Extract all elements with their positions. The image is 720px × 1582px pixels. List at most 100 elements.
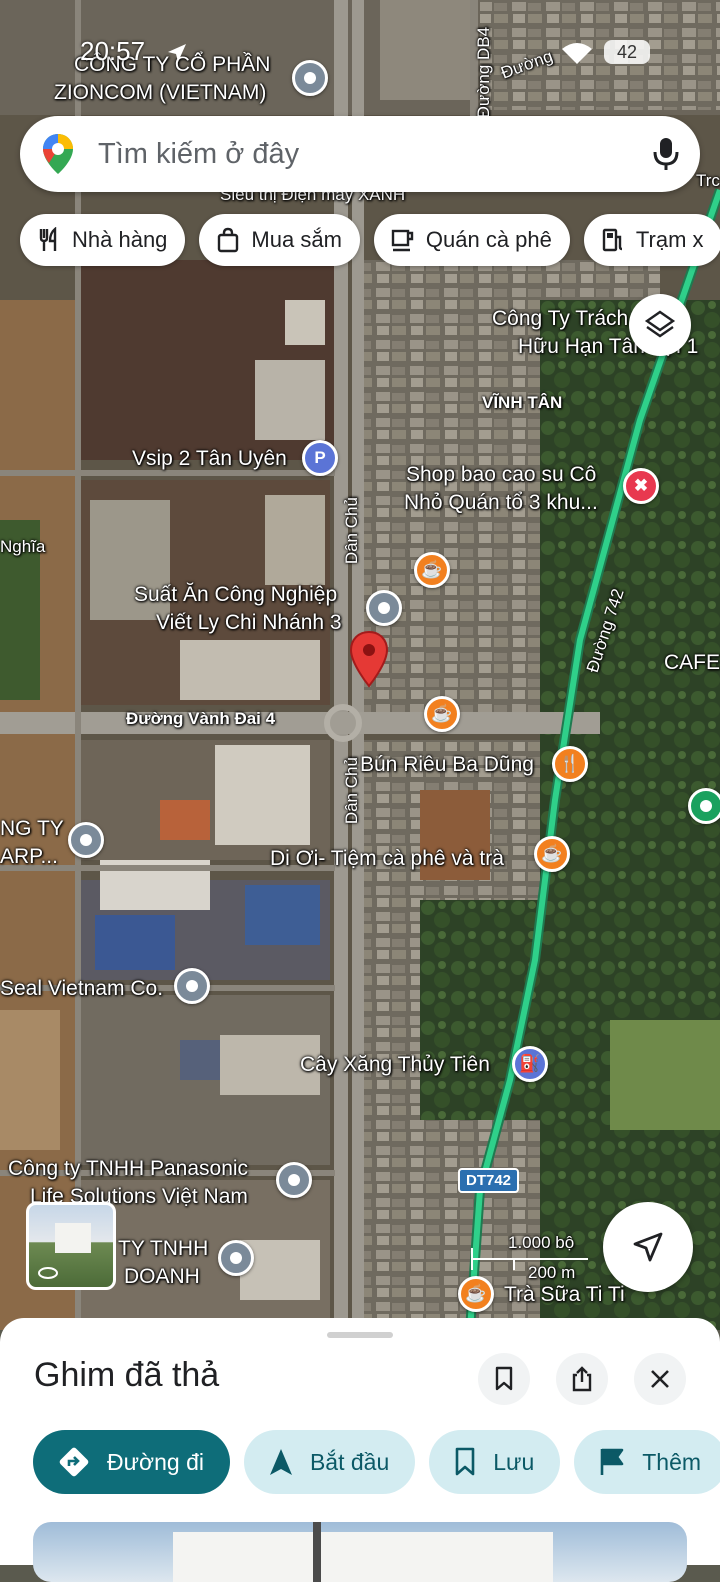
- battery-level: 42: [616, 42, 638, 62]
- place-photo[interactable]: [33, 1522, 687, 1582]
- dropped-pin-marker[interactable]: [348, 630, 390, 690]
- google-maps-logo-icon: [43, 134, 73, 174]
- coffee-icon: [391, 229, 414, 252]
- status-bar: 20:57 42: [0, 36, 720, 70]
- bookmark-icon: [495, 1366, 513, 1391]
- restaurant-icon: [39, 227, 57, 251]
- save-label: Lưu: [493, 1448, 535, 1475]
- cafe-pin-3[interactable]: ☕: [534, 836, 570, 872]
- cafe-pin-4[interactable]: ☕: [458, 1276, 494, 1312]
- battery-indicator: 42: [604, 40, 650, 64]
- add-button[interactable]: Thêm: [574, 1430, 720, 1494]
- area-label-nghia: Nghĩa: [0, 537, 46, 556]
- place-label-suat-an[interactable]: Suất Ăn Công Nghiệp: [134, 582, 337, 608]
- share-icon: [572, 1366, 592, 1392]
- chip-label: Mua sắm: [251, 227, 342, 252]
- close-button[interactable]: [634, 1353, 686, 1405]
- coffee-icon: ☕: [421, 560, 443, 579]
- parking-icon: P: [314, 448, 326, 467]
- sheet-title: Ghim đã thả: [34, 1356, 220, 1394]
- layers-icon: [644, 310, 676, 338]
- area-label-vinh-tan: VĨNH TÂN: [482, 393, 563, 412]
- map-view[interactable]: CÔNG TY CỔ PHẦN ZIONCOM (VIETNAM) Đường …: [0, 0, 720, 1330]
- chip-gas-station[interactable]: Trạm x: [583, 214, 720, 266]
- chip-coffee[interactable]: Quán cà phê: [373, 214, 570, 266]
- place-label-ng-ty-line2[interactable]: ARP...: [0, 844, 58, 870]
- cafe-pin-1[interactable]: ☕: [414, 552, 450, 588]
- place-label-suat-an-line2[interactable]: Viết Ly Chi Nhánh 3: [156, 610, 342, 636]
- start-button[interactable]: Bắt đầu: [243, 1430, 416, 1494]
- coffee-icon: ☕: [465, 1284, 487, 1303]
- location-arrow-icon: [168, 44, 186, 62]
- gas-station-icon: [602, 228, 622, 252]
- layers-button[interactable]: [629, 294, 691, 356]
- place-label-shop-line2[interactable]: Nhỏ Quán tổ 3 khu...: [404, 490, 598, 516]
- place-label-tra-sua[interactable]: Trà Sữa Ti Ti: [504, 1282, 625, 1308]
- poi-pin-ng-ty[interactable]: [68, 822, 104, 858]
- action-buttons-row: Đường đi Bắt đầu Lưu Thêm: [33, 1430, 720, 1494]
- road-shield-dt742: DT742: [458, 1168, 520, 1193]
- area-label-cafe[interactable]: CAFE: [664, 650, 720, 676]
- share-button[interactable]: [556, 1353, 608, 1405]
- restaurant-pin[interactable]: 🍴: [552, 746, 588, 782]
- thumbnail-building: [55, 1223, 91, 1253]
- gas-station-pin[interactable]: ⛽: [512, 1046, 548, 1082]
- coffee-icon: ☕: [431, 704, 453, 723]
- place-label-ng-ty[interactable]: NG TY: [0, 816, 64, 842]
- shop-icon: ✖: [633, 476, 649, 495]
- place-label-di-oi[interactable]: Di Ơi- Tiệm cà phê và trà: [270, 846, 504, 872]
- rotate-360-icon: [38, 1267, 58, 1279]
- directions-button[interactable]: Đường đi: [33, 1430, 230, 1494]
- search-input[interactable]: Tìm kiếm ở đây: [98, 138, 652, 171]
- place-label-tnhh[interactable]: TY TNHH: [118, 1236, 208, 1262]
- place-label-seal[interactable]: Seal Vietnam Co.: [0, 976, 163, 1002]
- chip-restaurants[interactable]: Nhà hàng: [20, 214, 186, 266]
- directions-label: Đường đi: [107, 1448, 204, 1475]
- shop-pin[interactable]: ✖: [623, 468, 659, 504]
- place-label-shop[interactable]: Shop bao cao su Cô: [406, 462, 596, 488]
- poi-pin-suat-an[interactable]: [366, 590, 402, 626]
- flag-icon: [600, 1448, 624, 1475]
- bookmark-icon: [455, 1447, 475, 1476]
- cafe-pin-2[interactable]: ☕: [424, 696, 460, 732]
- scale-metric-label: 200 m: [528, 1263, 576, 1282]
- status-time: 20:57: [80, 36, 146, 66]
- gas-station-icon: ⛽: [519, 1054, 541, 1073]
- place-label-vsip[interactable]: Vsip 2 Tân Uyên: [132, 446, 287, 472]
- chip-label: Nhà hàng: [72, 227, 168, 252]
- directions-icon: [59, 1447, 89, 1477]
- save-button[interactable]: Lưu: [429, 1430, 561, 1494]
- road-label-vanh-dai-4: Đường Vành Đai 4: [126, 709, 276, 728]
- my-location-button[interactable]: [603, 1202, 693, 1292]
- category-chips: Nhà hàng Mua sắm Quán cà phê Trạm x: [20, 214, 720, 266]
- poi-pin-panasonic[interactable]: [276, 1162, 312, 1198]
- coffee-icon: ☕: [541, 844, 563, 863]
- poi-pin-seal[interactable]: [174, 968, 210, 1004]
- poi-pin-tnhh[interactable]: [218, 1240, 254, 1276]
- search-bar[interactable]: Tìm kiếm ở đây: [20, 116, 700, 192]
- photo-pole: [313, 1522, 321, 1582]
- place-label-zioncom-line2[interactable]: ZIONCOM (VIETNAM): [54, 80, 266, 106]
- place-label-tra-top[interactable]: Trc: [696, 170, 720, 191]
- street-view-thumbnail[interactable]: [26, 1202, 116, 1290]
- photo-building: [173, 1532, 553, 1582]
- microphone-icon[interactable]: [652, 136, 680, 172]
- place-label-cong-ty-trach[interactable]: Công Ty Trách: [492, 306, 628, 332]
- road-label-dan-chu-1: Dân Chủ: [341, 497, 361, 565]
- place-label-tnhh-line2[interactable]: DOANH: [124, 1264, 200, 1290]
- restaurant-icon: 🍴: [559, 754, 581, 773]
- save-icon-button[interactable]: [478, 1353, 530, 1405]
- navigation-arrow-icon: [269, 1449, 292, 1475]
- place-label-panasonic[interactable]: Công ty TNHH Panasonic: [8, 1156, 248, 1182]
- chip-label: Trạm x: [635, 227, 704, 252]
- close-icon: [651, 1370, 669, 1388]
- wifi-icon: [562, 43, 592, 64]
- drag-handle[interactable]: [327, 1332, 393, 1338]
- chip-shopping[interactable]: Mua sắm: [199, 214, 360, 266]
- shopping-bag-icon: [218, 227, 239, 253]
- chip-label: Quán cà phê: [425, 227, 552, 252]
- place-label-cay-xang[interactable]: Cây Xăng Thủy Tiên: [300, 1052, 490, 1078]
- parking-pin[interactable]: P: [302, 440, 338, 476]
- place-label-bun-rieu[interactable]: Bún Riêu Ba Dũng: [360, 752, 534, 778]
- poi-pin-green[interactable]: [688, 788, 720, 824]
